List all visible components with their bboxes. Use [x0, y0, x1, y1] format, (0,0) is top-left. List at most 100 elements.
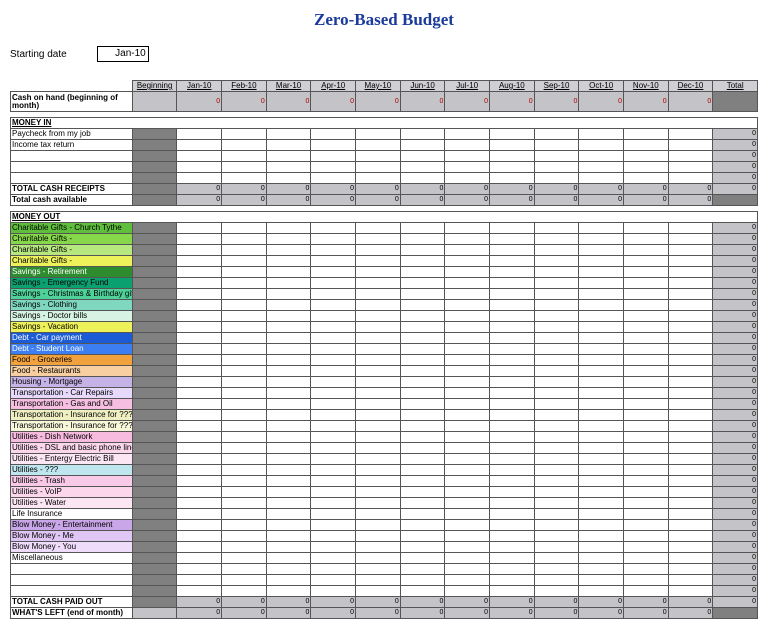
cell[interactable] [579, 432, 624, 443]
cell[interactable] [534, 151, 579, 162]
cell[interactable] [624, 129, 669, 140]
cell[interactable] [400, 140, 445, 151]
cell[interactable] [311, 487, 356, 498]
cell[interactable] [624, 465, 669, 476]
row-expense-blank[interactable] [11, 586, 133, 597]
cell[interactable] [445, 344, 490, 355]
cell[interactable] [311, 388, 356, 399]
cell[interactable] [534, 234, 579, 245]
cell[interactable] [668, 278, 713, 289]
cell[interactable] [534, 173, 579, 184]
cell[interactable] [534, 388, 579, 399]
cell[interactable] [400, 129, 445, 140]
cell[interactable] [311, 355, 356, 366]
cell[interactable] [311, 509, 356, 520]
cell[interactable] [177, 454, 222, 465]
cell[interactable] [490, 300, 535, 311]
cell[interactable] [445, 355, 490, 366]
cell[interactable] [624, 586, 669, 597]
cell[interactable] [490, 322, 535, 333]
cell[interactable] [177, 344, 222, 355]
cell[interactable] [266, 575, 311, 586]
cell[interactable] [400, 173, 445, 184]
cell[interactable] [490, 454, 535, 465]
cell[interactable] [668, 311, 713, 322]
cell[interactable] [534, 129, 579, 140]
cell[interactable] [445, 465, 490, 476]
cell[interactable] [311, 498, 356, 509]
cell[interactable]: 0 [177, 92, 222, 112]
cell[interactable] [356, 267, 401, 278]
cell[interactable] [490, 465, 535, 476]
cell[interactable] [266, 322, 311, 333]
cell[interactable] [400, 586, 445, 597]
cell[interactable] [579, 410, 624, 421]
cell[interactable] [400, 234, 445, 245]
cell[interactable] [624, 377, 669, 388]
cell[interactable] [579, 575, 624, 586]
cell[interactable] [668, 173, 713, 184]
cell[interactable] [311, 465, 356, 476]
cell[interactable] [624, 443, 669, 454]
cell[interactable]: 0 [222, 92, 267, 112]
cell[interactable] [624, 234, 669, 245]
cell[interactable] [445, 564, 490, 575]
cell[interactable] [534, 355, 579, 366]
cell[interactable] [400, 476, 445, 487]
cell[interactable] [266, 520, 311, 531]
cell[interactable] [668, 366, 713, 377]
cell[interactable] [490, 432, 535, 443]
cell[interactable] [132, 92, 177, 112]
cell[interactable] [490, 564, 535, 575]
cell[interactable] [311, 454, 356, 465]
cell[interactable] [177, 410, 222, 421]
cell[interactable] [534, 432, 579, 443]
cell[interactable] [668, 520, 713, 531]
cell[interactable] [579, 234, 624, 245]
cell[interactable] [579, 366, 624, 377]
cell[interactable] [356, 355, 401, 366]
cell[interactable] [624, 366, 669, 377]
cell[interactable] [266, 140, 311, 151]
cell[interactable] [311, 432, 356, 443]
cell[interactable] [266, 542, 311, 553]
cell[interactable] [266, 531, 311, 542]
cell[interactable] [311, 140, 356, 151]
cell[interactable] [311, 267, 356, 278]
cell[interactable] [400, 564, 445, 575]
cell[interactable] [624, 256, 669, 267]
cell[interactable] [490, 278, 535, 289]
cell[interactable] [445, 377, 490, 388]
cell[interactable] [579, 311, 624, 322]
cell[interactable] [400, 509, 445, 520]
cell[interactable] [222, 245, 267, 256]
cell[interactable] [624, 575, 669, 586]
cell[interactable] [311, 322, 356, 333]
cell[interactable] [624, 553, 669, 564]
cell[interactable] [177, 586, 222, 597]
cell[interactable] [356, 322, 401, 333]
cell[interactable] [222, 509, 267, 520]
cell[interactable] [490, 399, 535, 410]
cell[interactable] [534, 586, 579, 597]
cell[interactable] [534, 311, 579, 322]
cell[interactable] [356, 399, 401, 410]
cell[interactable] [311, 223, 356, 234]
cell[interactable] [668, 377, 713, 388]
cell[interactable] [579, 223, 624, 234]
cell[interactable] [356, 531, 401, 542]
cell[interactable] [177, 355, 222, 366]
cell[interactable] [445, 223, 490, 234]
cell[interactable] [490, 151, 535, 162]
cell[interactable] [668, 162, 713, 173]
cell[interactable]: 0 [534, 92, 579, 112]
cell[interactable] [222, 162, 267, 173]
cell[interactable] [668, 234, 713, 245]
cell[interactable] [266, 355, 311, 366]
cell[interactable] [266, 388, 311, 399]
cell[interactable] [534, 223, 579, 234]
cell[interactable] [266, 223, 311, 234]
cell[interactable] [400, 366, 445, 377]
cell[interactable] [668, 564, 713, 575]
cell[interactable] [222, 542, 267, 553]
